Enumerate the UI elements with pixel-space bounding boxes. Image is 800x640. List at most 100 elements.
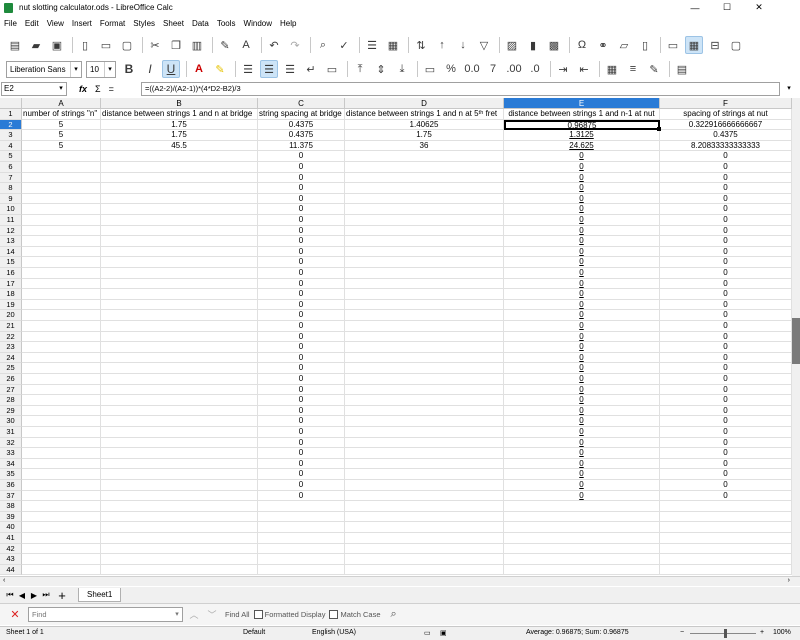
cell-a7[interactable] — [22, 172, 101, 184]
open-folder-icon[interactable]: ▰ — [27, 36, 45, 54]
cell-a42[interactable] — [22, 543, 101, 555]
zoom-level[interactable]: 100% — [773, 629, 791, 636]
cell-f5[interactable]: 0 — [660, 151, 792, 162]
cell-f31[interactable]: 0 — [660, 427, 792, 438]
column-icon[interactable]: ▦ — [384, 36, 402, 54]
cell-c24[interactable]: 0 — [258, 352, 345, 364]
cell-d28[interactable] — [345, 395, 504, 406]
cell-b10[interactable] — [101, 204, 258, 215]
cell-b13[interactable] — [101, 236, 258, 247]
cell-c33[interactable]: 0 — [258, 448, 345, 459]
cell-d3[interactable]: 1.75 — [345, 130, 504, 141]
bold-icon[interactable]: B — [120, 60, 138, 78]
cell-d29[interactable] — [345, 405, 504, 417]
print-preview-icon[interactable]: ▢ — [118, 36, 136, 54]
cell-a41[interactable] — [22, 533, 101, 544]
cell-c38[interactable] — [258, 501, 345, 512]
cell-b7[interactable] — [101, 172, 258, 184]
cell-c36[interactable]: 0 — [258, 480, 345, 491]
export-pdf-icon[interactable]: ▯ — [76, 36, 94, 54]
cell-a4[interactable]: 5 — [22, 140, 101, 152]
cell-a10[interactable] — [22, 204, 101, 215]
last-sheet-icon[interactable]: ⏭ — [40, 590, 52, 600]
row-header[interactable]: 17 — [0, 278, 22, 290]
clone-formatting-icon[interactable]: ✎ — [216, 36, 234, 54]
cell-c8[interactable]: 0 — [258, 183, 345, 194]
cell-b29[interactable] — [101, 405, 258, 417]
cell-c7[interactable]: 0 — [258, 172, 345, 184]
header-footer-icon[interactable]: ▯ — [636, 36, 654, 54]
autofill-handle[interactable] — [657, 127, 661, 132]
row-icon[interactable]: ☰ — [363, 36, 381, 54]
cell-f18[interactable]: 0 — [660, 289, 792, 300]
autofilter-icon[interactable]: ▽ — [475, 36, 493, 54]
cell-b24[interactable] — [101, 352, 258, 364]
row-header[interactable]: 31 — [0, 427, 22, 438]
cell-b21[interactable] — [101, 321, 258, 332]
cell-f35[interactable]: 0 — [660, 469, 792, 480]
column-header-d[interactable]: D — [345, 98, 504, 109]
cell-c43[interactable] — [258, 554, 345, 565]
new-document-icon[interactable]: ▤ — [6, 36, 24, 54]
cell-d44[interactable] — [345, 564, 504, 576]
cell-f44[interactable] — [660, 564, 792, 576]
italic-icon[interactable]: I — [141, 60, 159, 78]
cell-d2[interactable]: 1.40625 — [345, 119, 504, 131]
cell-f12[interactable]: 0 — [660, 225, 792, 237]
cell-c4[interactable]: 11.375 — [258, 140, 345, 152]
cell-d30[interactable] — [345, 416, 504, 427]
cell-c6[interactable]: 0 — [258, 162, 345, 173]
hyperlink-icon[interactable]: ⚭ — [594, 36, 612, 54]
row-header[interactable]: 42 — [0, 543, 22, 555]
cell-b27[interactable] — [101, 384, 258, 396]
row-header[interactable]: 1 — [0, 109, 22, 120]
paste-icon[interactable]: ▥ — [188, 36, 206, 54]
cell-a3[interactable]: 5 — [22, 130, 101, 141]
formatted-display-checkbox[interactable] — [253, 610, 263, 619]
row-header[interactable]: 39 — [0, 511, 22, 523]
cell-f24[interactable]: 0 — [660, 352, 792, 364]
copy-icon[interactable]: ❐ — [167, 36, 185, 54]
cell-c5[interactable]: 0 — [258, 151, 345, 162]
row-header[interactable]: 15 — [0, 257, 22, 268]
cell-b2[interactable]: 1.75 — [101, 119, 258, 131]
cell-d20[interactable] — [345, 310, 504, 321]
align-center-icon[interactable]: ☰ — [260, 60, 278, 78]
cell-c17[interactable]: 0 — [258, 278, 345, 290]
selection-summary[interactable]: Average: 0.96875; Sum: 0.96875 — [526, 629, 629, 636]
menu-sheet[interactable]: Sheet — [159, 19, 188, 28]
cell-c30[interactable]: 0 — [258, 416, 345, 427]
show-draw-functions-icon[interactable]: ▢ — [727, 36, 745, 54]
cell-c19[interactable]: 0 — [258, 299, 345, 311]
cell-b31[interactable] — [101, 427, 258, 438]
match-case-checkbox[interactable] — [329, 610, 339, 619]
cell-e41[interactable] — [504, 533, 660, 544]
cell-f26[interactable]: 0 — [660, 374, 792, 385]
cell-e22[interactable]: 0 — [504, 331, 660, 343]
cell-c41[interactable] — [258, 533, 345, 544]
cell-f9[interactable]: 0 — [660, 193, 792, 205]
cell-a24[interactable] — [22, 352, 101, 364]
cell-c13[interactable]: 0 — [258, 236, 345, 247]
cell-e23[interactable]: 0 — [504, 342, 660, 353]
cell-d18[interactable] — [345, 289, 504, 300]
cell-c20[interactable]: 0 — [258, 310, 345, 321]
pivot-table-icon[interactable]: ▩ — [545, 36, 563, 54]
cell-d22[interactable] — [345, 331, 504, 343]
cell-c26[interactable]: 0 — [258, 374, 345, 385]
cell-b33[interactable] — [101, 448, 258, 459]
cell-e7[interactable]: 0 — [504, 172, 660, 184]
cell-b26[interactable] — [101, 374, 258, 385]
close-find-bar-icon[interactable]: ✕ — [8, 608, 22, 622]
cell-a25[interactable] — [22, 363, 101, 374]
cell-b23[interactable] — [101, 342, 258, 353]
row-header[interactable]: 5 — [0, 151, 22, 162]
cell-f25[interactable]: 0 — [660, 363, 792, 374]
number-format-icon[interactable]: 0.0 — [463, 60, 481, 78]
cell-f29[interactable]: 0 — [660, 405, 792, 417]
cell-f19[interactable]: 0 — [660, 299, 792, 311]
align-top-icon[interactable]: ⤒ — [351, 60, 369, 78]
cell-f22[interactable]: 0 — [660, 331, 792, 343]
cell-e21[interactable]: 0 — [504, 321, 660, 332]
find-replace-icon[interactable]: ⌕ — [314, 36, 332, 54]
